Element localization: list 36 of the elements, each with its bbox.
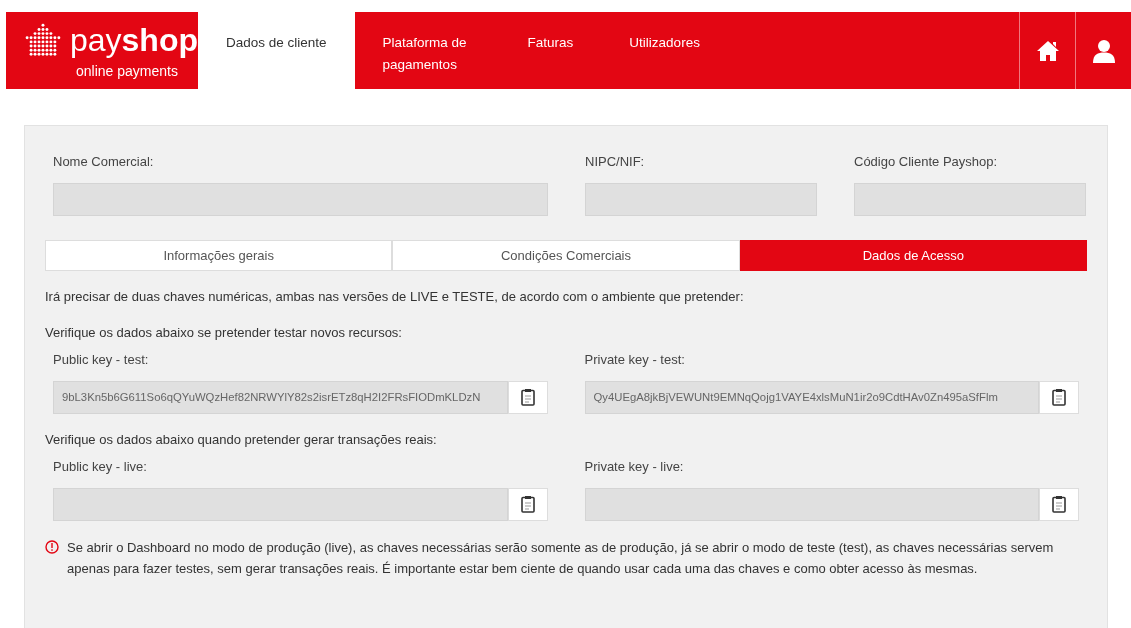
key-field[interactable]	[53, 487, 508, 521]
info-icon	[45, 539, 59, 554]
nav-link[interactable]: Utilizadores	[601, 12, 728, 89]
field-label: Public key - live:	[53, 458, 148, 476]
logo-tagline: online payments	[76, 62, 179, 81]
section-heading: Verifique os dados abaixo se pretender testar novos recursos:	[45, 323, 403, 342]
copy-button[interactable]	[1039, 487, 1079, 521]
intro-text: Irá precisar de duas chaves numéricas, ambas nas versões de LIVE e TESTE, de acordo com o ambiente que pretender:	[45, 288, 745, 306]
clipboard-icon	[1052, 388, 1066, 406]
field-label: Código Cliente Payshop:	[854, 153, 999, 171]
text-field[interactable]	[854, 182, 1086, 216]
nav-link[interactable]: Faturas	[499, 12, 602, 89]
clipboard-icon	[1052, 495, 1066, 513]
text-field[interactable]	[585, 182, 817, 216]
field-label: Private key - test:	[584, 351, 686, 369]
text-field[interactable]	[53, 182, 548, 216]
logo[interactable]: payshop online payments	[6, 12, 198, 89]
clipboard-icon	[520, 388, 535, 406]
field-label: NIPC/NIF:	[585, 153, 646, 171]
tab[interactable]: Informações gerais	[45, 239, 393, 271]
clipboard-icon	[520, 495, 535, 513]
tab[interactable]: Dados de Acesso	[739, 239, 1087, 271]
field-label: Nome Comercial:	[53, 153, 155, 171]
key-field[interactable]	[584, 487, 1039, 521]
copy-button[interactable]	[507, 487, 548, 521]
field-label: Private key - live:	[584, 458, 685, 476]
copy-button[interactable]	[507, 380, 548, 414]
tab[interactable]: Condições Comerciais	[392, 239, 740, 271]
field-label: Public key - test:	[53, 351, 150, 369]
copy-button[interactable]	[1039, 380, 1079, 414]
logo-wordmark: payshop	[69, 24, 198, 56]
key-field[interactable]: 9bL3Kn5b6G611So6qQYuWQzHef82NRWYlY82s2isrETz8qH2I2FRsFIODmKLDzN	[53, 380, 508, 414]
key-field[interactable]: Qy4UEgA8jkBjVEWUNt9EMNqQojg1VAYE4xlsMuN1ir2o9CdtHAv0Zn495aSfFlm	[584, 380, 1039, 414]
nav-link[interactable]: Plataforma de pagamentos	[354, 12, 500, 89]
section-heading: Verifique os dados abaixo quando pretender gerar transações reais:	[45, 430, 438, 449]
notice-text: Se abrir o Dashboard no modo de produção (live), as chaves necessárias serão somente as de produção, já se abrir o modo de teste (test), as chaves necessárias servem apenas para fazer testes, sem gerar transações reais. É importante estar bem ciente de quando usar cada uma das chaves e como obter acesso às mesmas.	[67, 538, 1055, 578]
